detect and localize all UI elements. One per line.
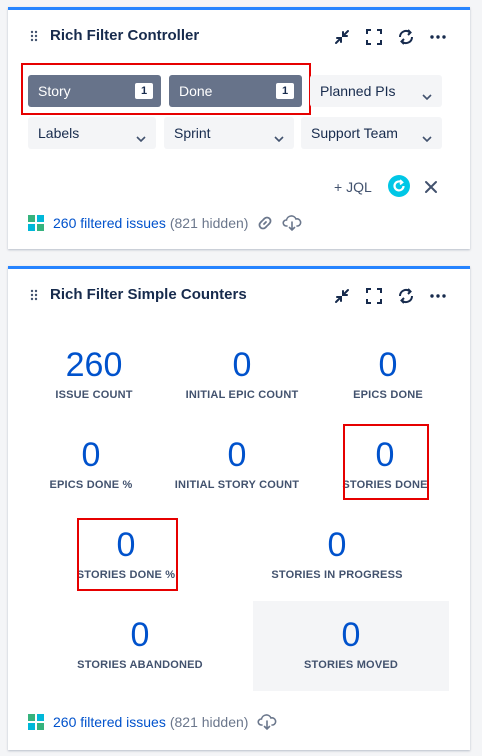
counter-initial-story-count[interactable]: 0 INITIAL STORY COUNT xyxy=(167,435,307,491)
counter-epics-done-percent[interactable]: 0 EPICS DONE % xyxy=(31,435,151,491)
hidden-count: (821 hidden) xyxy=(169,714,249,730)
counter-value: 0 xyxy=(116,526,136,564)
dropdown-planned-pis[interactable]: Planned PIs xyxy=(310,75,442,107)
filter-count-badge: 1 xyxy=(276,83,294,99)
counter-issue-count[interactable]: 260 ISSUE COUNT xyxy=(34,345,154,401)
cloud-download-icon[interactable] xyxy=(257,714,277,730)
link-icon[interactable] xyxy=(257,215,273,231)
counter-label: STORIES DONE % xyxy=(76,569,176,581)
filter-chip-done[interactable]: Done 1 xyxy=(169,75,302,107)
counter-label: INITIAL EPIC COUNT xyxy=(185,389,299,401)
chevron-down-icon xyxy=(422,129,432,145)
chevron-down-icon xyxy=(422,87,432,103)
dropdown-label: Planned PIs xyxy=(320,83,396,99)
close-icon[interactable] xyxy=(422,178,440,196)
fullscreen-icon[interactable] xyxy=(364,286,384,306)
dropdown-labels[interactable]: Labels xyxy=(28,117,156,149)
more-icon[interactable] xyxy=(428,27,448,47)
counter-initial-epic-count[interactable]: 0 INITIAL EPIC COUNT xyxy=(172,345,312,401)
grid-icon xyxy=(28,714,44,730)
counter-value: 0 xyxy=(378,346,398,384)
hidden-count: (821 hidden) xyxy=(169,215,249,231)
counter-value: 0 xyxy=(375,436,395,474)
counter-stories-abandoned[interactable]: 0 STORIES ABANDONED xyxy=(65,615,215,671)
drag-handle-icon[interactable] xyxy=(30,289,38,301)
refresh-icon[interactable] xyxy=(396,27,416,47)
chevron-down-icon xyxy=(136,129,146,145)
gadget-footer: 260 filtered issues (821 hidden) xyxy=(28,714,277,730)
dropdown-sprint[interactable]: Sprint xyxy=(164,117,294,149)
counter-stories-moved[interactable]: 0 STORIES MOVED xyxy=(276,615,426,671)
dropdown-support-team[interactable]: Support Team xyxy=(301,117,442,149)
counter-label: EPICS DONE % xyxy=(49,479,133,491)
chevron-down-icon xyxy=(274,129,284,145)
filter-chip-label: Done xyxy=(179,83,213,99)
refresh-circle-icon[interactable] xyxy=(388,175,410,197)
filter-chip-story[interactable]: Story 1 xyxy=(28,75,161,107)
filter-chip-label: Story xyxy=(38,83,71,99)
collapse-icon[interactable] xyxy=(332,27,352,47)
grid-icon xyxy=(28,215,44,231)
counter-label: INITIAL STORY COUNT xyxy=(174,479,300,491)
collapse-icon[interactable] xyxy=(332,286,352,306)
counter-epics-done[interactable]: 0 EPICS DONE xyxy=(328,345,448,401)
counter-stories-in-progress[interactable]: 0 STORIES IN PROGRESS xyxy=(262,525,412,581)
counter-label: ISSUE COUNT xyxy=(55,389,133,401)
gadget-title: Rich Filter Simple Counters xyxy=(50,286,247,303)
counter-label: STORIES ABANDONED xyxy=(77,659,203,671)
counter-value: 0 xyxy=(130,616,150,654)
fullscreen-icon[interactable] xyxy=(364,27,384,47)
refresh-icon[interactable] xyxy=(396,286,416,306)
counter-value: 0 xyxy=(327,526,347,564)
gadget-header: Rich Filter Controller xyxy=(8,10,470,62)
cloud-download-icon[interactable] xyxy=(282,215,302,231)
rich-filter-controller-gadget: Rich Filter Controller Story 1 Done 1 Pl… xyxy=(8,7,470,249)
gadget-title: Rich Filter Controller xyxy=(50,27,200,44)
counter-label: STORIES DONE xyxy=(342,479,428,491)
add-jql-button[interactable]: + JQL xyxy=(334,179,372,195)
counter-value: 0 xyxy=(81,436,101,474)
rich-filter-counters-gadget: Rich Filter Simple Counters 260 ISSUE CO… xyxy=(8,266,470,750)
filtered-issues-link[interactable]: 260 filtered issues xyxy=(53,215,166,231)
counter-value: 0 xyxy=(341,616,361,654)
counter-stories-done[interactable]: 0 STORIES DONE xyxy=(332,435,438,491)
counter-value: 260 xyxy=(65,346,123,384)
filtered-issues-link[interactable]: 260 filtered issues xyxy=(53,714,166,730)
more-icon[interactable] xyxy=(428,286,448,306)
gadget-footer: 260 filtered issues (821 hidden) xyxy=(28,215,302,231)
counter-value: 0 xyxy=(227,436,247,474)
counter-label: STORIES IN PROGRESS xyxy=(271,569,403,581)
dropdown-label: Support Team xyxy=(311,125,398,141)
dropdown-label: Labels xyxy=(38,125,80,141)
filter-count-badge: 1 xyxy=(135,83,153,99)
drag-handle-icon[interactable] xyxy=(30,30,38,42)
counter-label: EPICS DONE xyxy=(353,389,423,401)
counter-value: 0 xyxy=(232,346,252,384)
counter-stories-done-percent[interactable]: 0 STORIES DONE % xyxy=(66,525,186,581)
gadget-header: Rich Filter Simple Counters xyxy=(8,269,470,321)
counter-label: STORIES MOVED xyxy=(303,659,399,671)
dropdown-label: Sprint xyxy=(174,125,211,141)
